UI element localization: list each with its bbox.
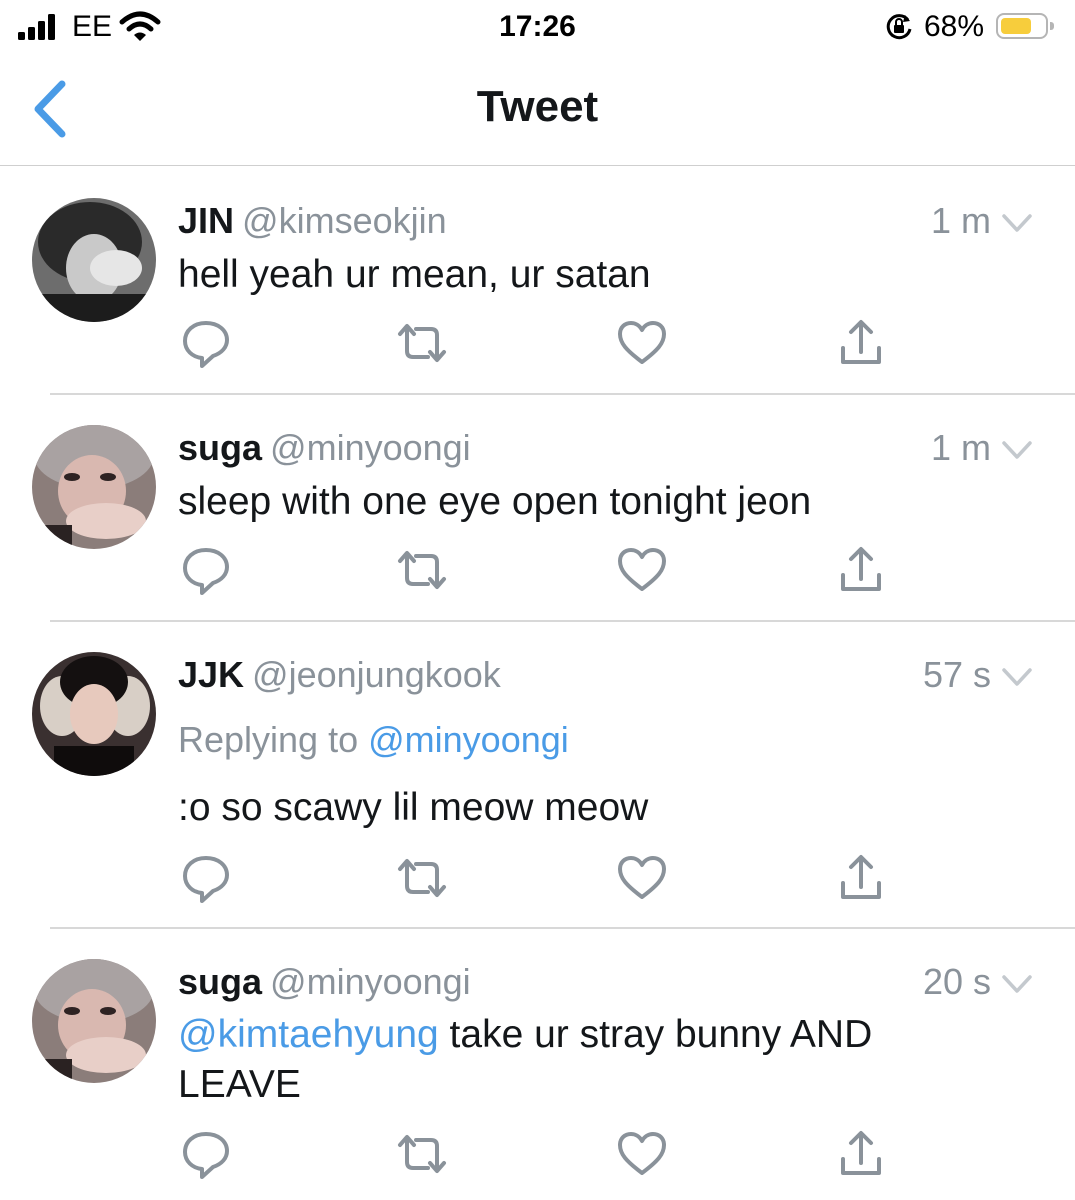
reply-icon[interactable] [180, 1129, 232, 1179]
reply-icon[interactable] [180, 545, 232, 595]
tweet-actions [0, 1129, 1075, 1179]
divider [50, 620, 1075, 622]
tweet-actions [0, 318, 1075, 368]
user-handle[interactable]: @minyoongi [270, 961, 471, 1002]
share-icon[interactable] [835, 545, 887, 595]
share-icon[interactable] [835, 853, 887, 903]
avatar[interactable] [32, 959, 156, 1083]
retweet-icon[interactable] [396, 545, 448, 595]
nav-bar: Tweet [0, 56, 1075, 166]
battery-icon [996, 13, 1054, 39]
like-icon[interactable] [616, 318, 668, 368]
tweet-text-line1: take ur stray bunny AND [438, 1013, 873, 1056]
tweet-actions [0, 545, 1075, 595]
avatar[interactable] [32, 425, 156, 549]
tweet-text-line2: LEAVE [178, 1063, 301, 1106]
page-title: Tweet [476, 82, 599, 131]
avatar[interactable] [32, 198, 156, 322]
display-name[interactable]: JJK [178, 654, 244, 695]
tweet-text: :o so scawy lil meow meow [178, 786, 649, 829]
status-bar: EE 17:26 68% [0, 0, 1075, 56]
mention-link[interactable]: @kimtaehyung [178, 1013, 439, 1056]
user-handle[interactable]: @minyoongi [270, 427, 471, 468]
retweet-icon[interactable] [396, 318, 448, 368]
tweet-header: suga @minyoongi [178, 961, 471, 1009]
display-name[interactable]: suga [178, 961, 262, 1002]
display-name[interactable]: JIN [178, 200, 234, 241]
battery-fill [1001, 18, 1031, 34]
display-name[interactable]: suga [178, 427, 262, 468]
tweet-time: 1 m [930, 427, 991, 468]
tweet-header: suga @minyoongi [178, 427, 471, 475]
like-icon[interactable] [616, 1129, 668, 1179]
chevron-down-icon[interactable] [1001, 439, 1033, 461]
tweet-text: @kimtaehyung take ur stray bunny AND LEA… [178, 1010, 995, 1110]
like-icon[interactable] [616, 545, 668, 595]
divider [50, 393, 1075, 395]
share-icon[interactable] [835, 1129, 887, 1179]
tweet-header: JIN @kimseokjin [178, 200, 447, 248]
chevron-down-icon[interactable] [1001, 212, 1033, 234]
user-handle[interactable]: @kimseokjin [242, 200, 447, 241]
tweet-actions [0, 853, 1075, 903]
tweet-time: 1 m [930, 200, 991, 241]
replying-label: Replying to [178, 719, 359, 760]
tweet-time: 57 s [922, 654, 991, 695]
tweet-header: JJK @jeonjungkook [178, 654, 501, 702]
retweet-icon[interactable] [396, 853, 448, 903]
replying-to: Replying to @minyoongi [178, 719, 569, 761]
like-icon[interactable] [616, 853, 668, 903]
reply-icon[interactable] [180, 853, 232, 903]
tweet-item[interactable]: suga @minyoongi 20 s @kimtaehyung take ur… [0, 959, 1075, 1200]
battery-percent: 68% [924, 10, 985, 43]
divider [50, 927, 1075, 929]
tweet-text: hell yeah ur mean, ur satan [178, 253, 651, 296]
user-handle[interactable]: @jeonjungkook [252, 654, 501, 695]
retweet-icon[interactable] [396, 1129, 448, 1179]
tweet-time: 20 s [922, 961, 991, 1002]
chevron-down-icon[interactable] [1001, 666, 1033, 688]
orientation-lock-icon [886, 14, 912, 40]
tweet-item[interactable]: JIN @kimseokjin 1 m hell yeah ur mean, ur… [0, 198, 1075, 394]
avatar[interactable] [32, 652, 156, 776]
replying-handle-link[interactable]: @minyoongi [368, 719, 569, 760]
tweet-item[interactable]: JJK @jeonjungkook 57 s Replying to @minyo… [0, 652, 1075, 928]
reply-icon[interactable] [180, 318, 232, 368]
tweet-text: sleep with one eye open tonight jeon [178, 480, 812, 523]
share-icon[interactable] [835, 318, 887, 368]
chevron-down-icon[interactable] [1001, 973, 1033, 995]
tweet-item[interactable]: suga @minyoongi 1 m sleep with one eye op… [0, 425, 1075, 621]
